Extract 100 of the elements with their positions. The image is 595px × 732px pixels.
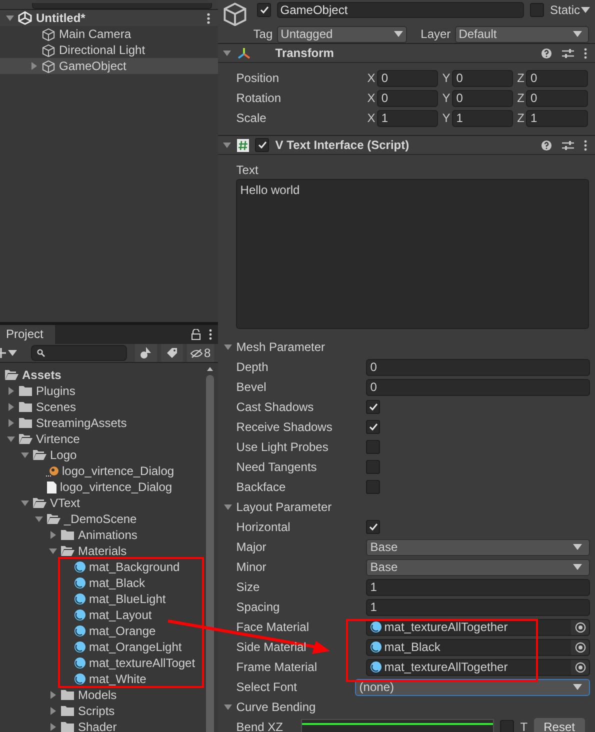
checkbox[interactable] [366, 420, 380, 434]
collapse-arrow-icon[interactable] [7, 419, 15, 427]
more-icon[interactable] [209, 329, 212, 340]
help-icon[interactable] [541, 140, 552, 150]
help-icon[interactable] [541, 48, 552, 58]
expand-arrow-icon[interactable] [224, 703, 232, 711]
tree-item[interactable]: mat_OrangeLight [74, 640, 182, 654]
add-button[interactable] [0, 348, 17, 358]
tree-item[interactable]: mat_BlueLight [74, 592, 166, 606]
expand-arrow-icon[interactable] [223, 49, 232, 57]
hierarchy-item[interactable]: Directional Light [0, 42, 218, 58]
expand-arrow-icon[interactable] [223, 141, 232, 149]
number-field[interactable]: 0 [452, 90, 514, 106]
tree-item[interactable]: Virtence [18, 432, 80, 446]
more-icon[interactable] [584, 140, 587, 150]
number-field[interactable]: 0 [366, 378, 590, 396]
tree-item[interactable]: Assets [4, 368, 62, 382]
label-filter-button[interactable] [161, 344, 183, 362]
tree-item[interactable]: mat_White [74, 672, 146, 686]
tree-item[interactable]: mat_Background [74, 560, 180, 574]
hierarchy-item[interactable]: GameObject [0, 58, 218, 74]
tree-item[interactable]: _DemoScene [46, 512, 137, 526]
collapse-arrow-icon[interactable] [49, 707, 57, 715]
tree-item[interactable]: Scenes [18, 400, 76, 414]
number-field[interactable]: 0 [526, 90, 588, 106]
dropdown[interactable]: Base [366, 538, 590, 556]
settings-icon[interactable] [562, 140, 574, 150]
tree-item[interactable]: Materials [60, 544, 127, 558]
tree-item[interactable]: Scripts [60, 704, 115, 718]
object-field[interactable]: mat_textureAllTogether [366, 658, 590, 676]
collapse-arrow-icon[interactable] [49, 531, 57, 539]
static-dropdown[interactable]: Static [550, 1, 590, 19]
number-field[interactable]: 0 [377, 70, 438, 86]
number-field[interactable]: 0 [366, 358, 590, 376]
expand-arrow-icon[interactable] [7, 435, 15, 443]
checkbox[interactable] [366, 460, 380, 474]
tree-item[interactable]: Models [60, 688, 117, 702]
number-field[interactable]: 0 [452, 70, 514, 86]
tree-item[interactable]: logo_virtence_Dialog [46, 480, 172, 494]
checkbox[interactable] [366, 520, 380, 534]
more-icon[interactable] [207, 12, 210, 24]
more-icon[interactable] [584, 48, 587, 58]
scroll-up-icon[interactable] [207, 367, 213, 371]
search-field[interactable] [31, 345, 127, 361]
dropdown[interactable]: Base [366, 558, 590, 576]
tag-dropdown[interactable]: Untagged [276, 26, 407, 42]
hidden-packages-button[interactable]: 8 [187, 344, 214, 362]
number-field[interactable]: 1 [377, 110, 438, 126]
tree-item[interactable]: StreamingAssets [18, 416, 127, 430]
settings-icon[interactable] [562, 48, 574, 58]
expand-arrow-icon[interactable] [35, 515, 43, 523]
number-field[interactable]: 0 [526, 70, 588, 86]
object-field[interactable]: mat_Black [366, 638, 590, 656]
toggle[interactable] [500, 720, 514, 732]
expand-arrow-icon[interactable] [21, 451, 29, 459]
number-field[interactable]: 0 [377, 90, 438, 106]
picker-icon[interactable] [574, 622, 586, 632]
tree-item[interactable]: mat_Black [74, 576, 146, 590]
tree-item[interactable]: mat_Orange [74, 624, 156, 638]
scene-row[interactable]: Untitled* [0, 10, 218, 26]
number-field[interactable]: 1 [366, 578, 590, 596]
tree-item[interactable]: mat_Layout [74, 608, 152, 622]
collapse-arrow-icon[interactable] [49, 723, 57, 731]
expand-arrow-icon[interactable] [6, 14, 14, 22]
expand-arrow-icon[interactable] [224, 503, 232, 511]
tree-item[interactable]: mat_textureAllToget [74, 656, 196, 670]
layer-dropdown[interactable]: Default [454, 26, 589, 42]
section-header[interactable]: Curve Bending [218, 697, 595, 717]
section-header[interactable]: Mesh Parameter [218, 337, 595, 357]
text-area[interactable]: Hello world [236, 179, 589, 329]
object-field[interactable]: mat_textureAllTogether [366, 618, 590, 636]
active-checkbox[interactable] [257, 3, 272, 17]
tree-item[interactable]: Logo [32, 448, 77, 462]
tree-item[interactable]: Animations [60, 528, 138, 542]
curve-field[interactable] [301, 718, 494, 732]
checkbox[interactable] [366, 400, 380, 414]
collapse-arrow-icon[interactable] [49, 691, 57, 699]
enable-checkbox[interactable] [255, 138, 270, 152]
tree-item[interactable]: logo_virtence_Dialog [46, 464, 174, 478]
collapse-arrow-icon[interactable] [30, 62, 38, 70]
number-field[interactable]: 1 [366, 598, 590, 616]
reset-button[interactable]: Reset [534, 718, 585, 732]
number-field[interactable]: 1 [526, 110, 588, 126]
component-header[interactable]: V Text Interface (Script) [218, 136, 595, 155]
type-filter-button[interactable] [135, 344, 157, 362]
expand-arrow-icon[interactable] [224, 343, 232, 351]
tree-item[interactable]: Plugins [18, 384, 76, 398]
picker-icon[interactable] [574, 642, 586, 652]
checkbox[interactable] [366, 440, 380, 454]
expand-arrow-icon[interactable] [21, 499, 29, 507]
search-field[interactable] [32, 3, 212, 9]
checkbox[interactable] [366, 480, 380, 494]
hierarchy-item[interactable]: Main Camera [0, 26, 218, 42]
project-tab[interactable]: Project [0, 325, 56, 344]
picker-icon[interactable] [574, 662, 586, 672]
number-field[interactable]: 1 [452, 110, 514, 126]
name-field[interactable]: GameObject [277, 2, 524, 18]
tree-item[interactable]: Shader [60, 720, 117, 732]
static-checkbox[interactable] [530, 3, 544, 17]
scrollbar[interactable] [205, 367, 215, 732]
